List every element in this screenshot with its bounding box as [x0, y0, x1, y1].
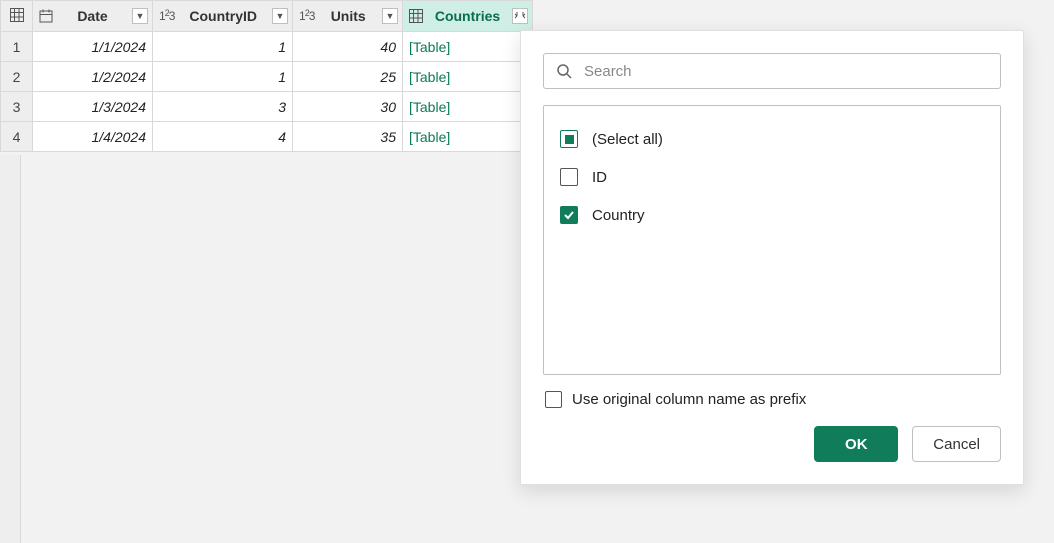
number-type-icon: 123: [159, 9, 174, 23]
column-header-countryid[interactable]: 123 CountryID ▼: [153, 1, 293, 32]
checkbox-checked-icon[interactable]: [560, 206, 578, 224]
prefix-checkbox-row[interactable]: Use original column name as prefix: [545, 391, 1001, 408]
row-number: 2: [1, 62, 33, 92]
column-label: Units: [318, 8, 378, 24]
search-box[interactable]: [543, 53, 1001, 89]
chevron-down-icon[interactable]: ▼: [132, 8, 148, 24]
cell-date: 1/2/2024: [33, 62, 153, 92]
cell-countryid: 1: [153, 32, 293, 62]
table-row[interactable]: 1 1/1/2024 1 40 [Table]: [1, 32, 533, 62]
option-country-row[interactable]: Country: [560, 196, 984, 234]
cancel-button[interactable]: Cancel: [912, 426, 1001, 462]
row-gutter: [0, 155, 21, 543]
cell-countries[interactable]: [Table]: [403, 62, 533, 92]
cell-units: 25: [293, 62, 403, 92]
cell-countryid: 3: [153, 92, 293, 122]
column-label: Date: [57, 8, 128, 24]
cell-date: 1/4/2024: [33, 122, 153, 152]
table-icon: [409, 9, 423, 23]
row-number: 4: [1, 122, 33, 152]
column-header-countries[interactable]: Countries: [403, 1, 533, 32]
calendar-icon: [39, 9, 53, 23]
cell-date: 1/3/2024: [33, 92, 153, 122]
table-row[interactable]: 3 1/3/2024 3 30 [Table]: [1, 92, 533, 122]
columns-list: (Select all) ID Country: [543, 105, 1001, 375]
option-label: ID: [592, 169, 607, 186]
prefix-label: Use original column name as prefix: [572, 391, 806, 408]
option-label: Country: [592, 207, 645, 224]
table-icon: [10, 8, 24, 22]
column-header-units[interactable]: 123 Units ▼: [293, 1, 403, 32]
cell-countries[interactable]: [Table]: [403, 92, 533, 122]
option-id-row[interactable]: ID: [560, 158, 984, 196]
cell-units: 40: [293, 32, 403, 62]
cell-countries[interactable]: [Table]: [403, 32, 533, 62]
row-number: 3: [1, 92, 33, 122]
chevron-down-icon[interactable]: ▼: [272, 8, 288, 24]
table-row[interactable]: 2 1/2/2024 1 25 [Table]: [1, 62, 533, 92]
search-input[interactable]: [582, 62, 988, 81]
column-label: Countries: [427, 8, 508, 24]
column-label: CountryID: [178, 8, 268, 24]
column-header-date[interactable]: Date ▼: [33, 1, 153, 32]
cell-units: 30: [293, 92, 403, 122]
number-type-icon: 123: [299, 9, 314, 23]
checkbox-unchecked-icon[interactable]: [545, 391, 562, 408]
dialog-buttons: OK Cancel: [543, 426, 1001, 462]
empty-area: [0, 155, 535, 543]
checkbox-unchecked-icon[interactable]: [560, 168, 578, 186]
cell-countryid: 4: [153, 122, 293, 152]
cell-units: 35: [293, 122, 403, 152]
ok-button[interactable]: OK: [814, 426, 898, 462]
expand-icon[interactable]: [512, 8, 528, 24]
corner-cell[interactable]: [1, 1, 33, 32]
select-all-row[interactable]: (Select all): [560, 120, 984, 158]
select-all-label: (Select all): [592, 131, 663, 148]
cell-date: 1/1/2024: [33, 32, 153, 62]
search-icon: [556, 63, 572, 79]
row-number: 1: [1, 32, 33, 62]
cell-countryid: 1: [153, 62, 293, 92]
cell-countries[interactable]: [Table]: [403, 122, 533, 152]
expand-column-popup: (Select all) ID Country Use original col…: [520, 30, 1024, 485]
data-grid: Date ▼ 123 CountryID ▼ 123 Units ▼: [0, 0, 533, 152]
checkbox-indeterminate-icon[interactable]: [560, 130, 578, 148]
table-row[interactable]: 4 1/4/2024 4 35 [Table]: [1, 122, 533, 152]
chevron-down-icon[interactable]: ▼: [382, 8, 398, 24]
